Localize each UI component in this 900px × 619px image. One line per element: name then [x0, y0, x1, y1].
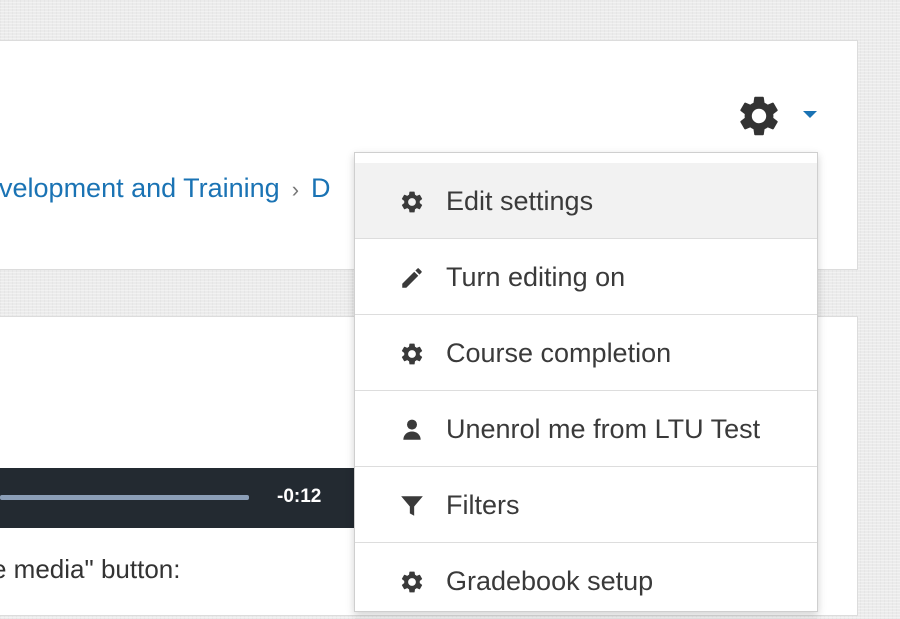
gear-icon: [399, 341, 425, 367]
breadcrumb-item-course[interactable]: D: [311, 173, 331, 203]
menu-item-gradebook-setup[interactable]: Gradebook setup: [355, 543, 817, 619]
menu-item-label: Gradebook setup: [446, 566, 654, 596]
menu-item-filters[interactable]: Filters: [355, 467, 817, 543]
menu-item-edit-settings[interactable]: Edit settings: [355, 163, 817, 239]
media-player[interactable]: -0:12: [0, 468, 356, 528]
media-progress-bar[interactable]: [0, 495, 249, 500]
actions-menu-toggle[interactable]: [800, 104, 820, 124]
course-actions-dropdown: Edit settings Turn editing on Course com…: [354, 152, 818, 619]
breadcrumb: evelopment and Training › D: [0, 168, 331, 208]
filter-icon: [399, 493, 425, 519]
menu-item-label: Turn editing on: [446, 262, 626, 292]
media-time-remaining: -0:12: [277, 486, 322, 507]
breadcrumb-item-development-training[interactable]: evelopment and Training: [0, 173, 280, 203]
menu-item-label: Filters: [446, 490, 520, 520]
breadcrumb-separator: ›: [291, 177, 300, 202]
caret-down-icon: [803, 111, 817, 118]
menu-item-turn-editing-on[interactable]: Turn editing on: [355, 239, 817, 315]
gear-icon: [399, 569, 425, 595]
menu-item-label: Edit settings: [446, 186, 594, 216]
actions-menu-button[interactable]: [735, 92, 783, 140]
instruction-text: e media" button:: [0, 554, 181, 584]
menu-item-course-completion[interactable]: Course completion: [355, 315, 817, 391]
menu-item-label: Unenrol me from LTU Test: [446, 414, 761, 444]
pencil-icon: [399, 265, 425, 291]
gear-icon: [399, 189, 425, 215]
user-icon: [399, 417, 425, 443]
gear-icon: [740, 96, 778, 136]
menu-item-label: Course completion: [446, 338, 672, 368]
menu-item-unenrol[interactable]: Unenrol me from LTU Test: [355, 391, 817, 467]
